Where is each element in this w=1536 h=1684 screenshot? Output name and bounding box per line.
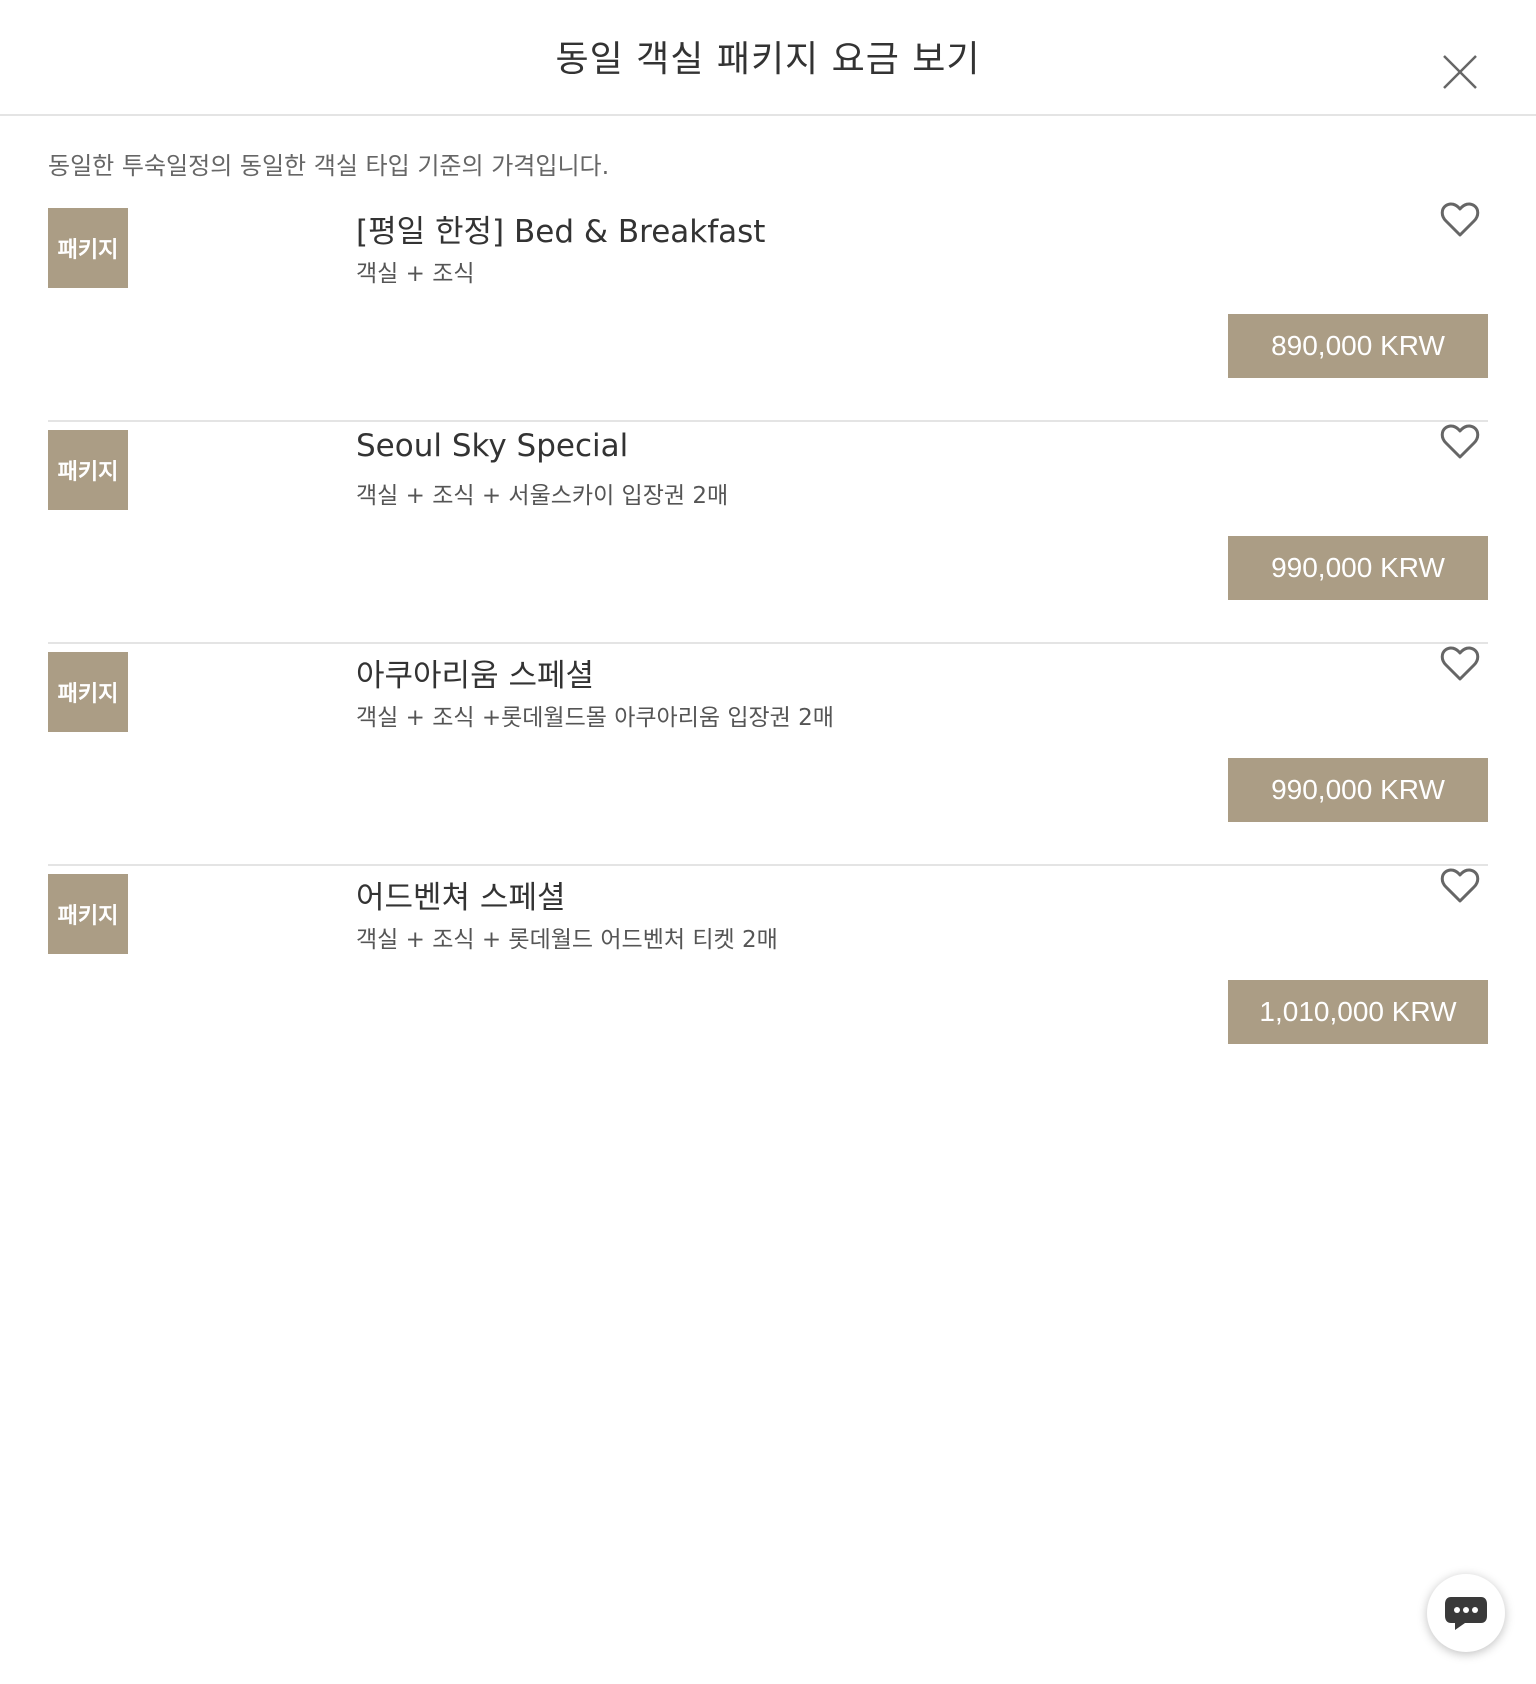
package-title: [평일 한정] Bed & Breakfast [356, 214, 766, 250]
close-icon [1443, 55, 1477, 89]
package-badge: 패키지 [48, 874, 128, 954]
heart-icon [1440, 424, 1480, 459]
heart-icon [1440, 868, 1480, 903]
package-item: 패키지 [평일 한정] Bed & Breakfast 객실 + 조식 890,… [48, 200, 1488, 422]
modal-header: 동일 객실 패키지 요금 보기 [0, 0, 1536, 116]
package-list: 패키지 [평일 한정] Bed & Breakfast 객실 + 조식 890,… [48, 200, 1488, 1086]
package-description: 객실 + 조식 [356, 261, 475, 287]
chat-bubble-icon [1445, 1597, 1487, 1630]
package-badge: 패키지 [48, 208, 128, 288]
heart-icon [1440, 646, 1480, 681]
wishlist-button[interactable] [1440, 422, 1480, 462]
price-button[interactable]: 890,000 KRW [1228, 314, 1488, 378]
heart-icon [1440, 202, 1480, 237]
package-rates-modal: 동일 객실 패키지 요금 보기 동일한 투숙일정의 동일한 객실 타입 기준의 … [0, 0, 1536, 1684]
wishlist-button[interactable] [1440, 644, 1480, 684]
wishlist-button[interactable] [1440, 200, 1480, 240]
chat-button[interactable] [1427, 1574, 1505, 1652]
package-item: 패키지 아쿠아리움 스페셜 객실 + 조식 +롯데월드몰 아쿠아리움 입장권 2… [48, 644, 1488, 866]
package-badge: 패키지 [48, 430, 128, 510]
package-title: Seoul Sky Special [356, 428, 629, 464]
wishlist-button[interactable] [1440, 866, 1480, 906]
package-description: 객실 + 조식 + 서울스카이 입장권 2매 [356, 483, 729, 509]
modal-title: 동일 객실 패키지 요금 보기 [555, 39, 981, 80]
close-button[interactable] [1440, 52, 1480, 92]
price-button[interactable]: 990,000 KRW [1228, 758, 1488, 822]
price-button[interactable]: 990,000 KRW [1228, 536, 1488, 600]
package-title: 어드벤쳐 스페셜 [356, 880, 566, 916]
price-button[interactable]: 1,010,000 KRW [1228, 980, 1488, 1044]
package-item: 패키지 어드벤쳐 스페셜 객실 + 조식 + 롯데월드 어드벤처 티켓 2매 1… [48, 866, 1488, 1086]
package-description: 객실 + 조식 +롯데월드몰 아쿠아리움 입장권 2매 [356, 705, 834, 731]
package-badge: 패키지 [48, 652, 128, 732]
package-title: 아쿠아리움 스페셜 [356, 658, 595, 694]
package-item: 패키지 Seoul Sky Special 객실 + 조식 + 서울스카이 입장… [48, 422, 1488, 644]
price-notice: 동일한 투숙일정의 동일한 객실 타입 기준의 가격입니다. [48, 152, 610, 180]
package-description: 객실 + 조식 + 롯데월드 어드벤처 티켓 2매 [356, 927, 778, 953]
